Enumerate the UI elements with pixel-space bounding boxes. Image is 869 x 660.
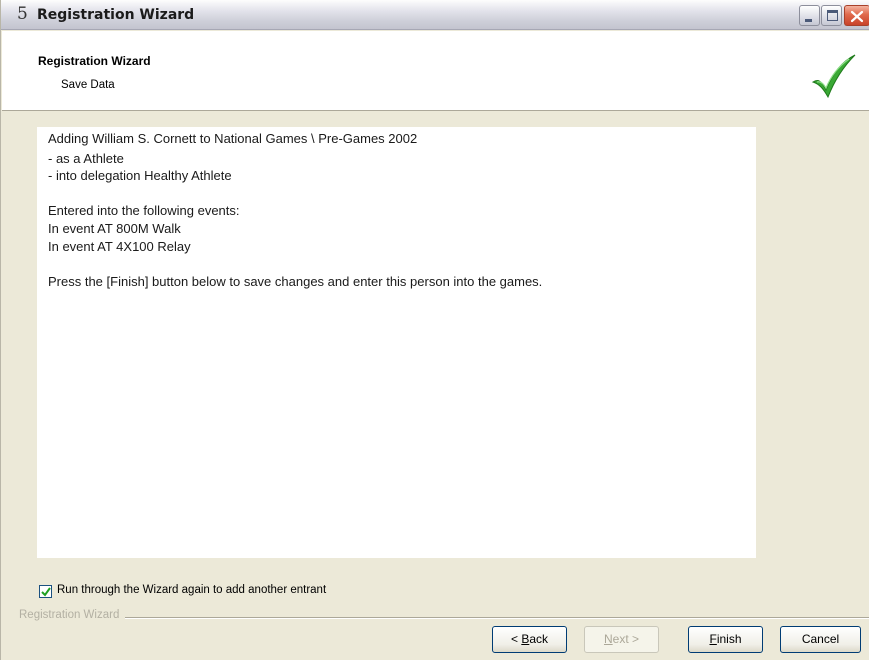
summary-line: Press the [Finish] button below to save … (48, 274, 543, 289)
summary-line: - into delegation Healthy Athlete (48, 168, 232, 183)
footer-group-label: Registration Wizard (19, 609, 123, 621)
minimize-button[interactable] (799, 5, 820, 26)
wizard-header: Registration Wizard Save Data (2, 31, 869, 111)
summary-line: In event AT 4X100 Relay (48, 239, 191, 254)
summary-line: - as a Athlete (48, 151, 124, 166)
back-button[interactable]: < Back (492, 626, 567, 653)
title-bar[interactable]: 5 Registration Wizard (1, 0, 869, 30)
app-icon: 5 (17, 4, 28, 24)
cancel-button[interactable]: Cancel (780, 626, 861, 653)
repeat-wizard-checkbox[interactable] (39, 585, 52, 598)
maximize-button[interactable] (821, 5, 842, 26)
minimize-icon (805, 19, 812, 22)
close-icon (850, 10, 864, 23)
back-button-rest: ack (529, 632, 549, 646)
finish-button-rest: inish (716, 632, 742, 646)
wizard-window: 5 Registration Wizard Registration Wizar… (0, 0, 869, 660)
window-title: Registration Wizard (37, 7, 195, 23)
header-subtitle: Save Data (61, 79, 115, 91)
summary-line: Entered into the following events: (48, 203, 240, 218)
checkmark-icon (811, 54, 856, 99)
summary-line: Adding William S. Cornett to National Ga… (48, 131, 418, 146)
header-title: Registration Wizard (38, 54, 151, 68)
finish-button-accel: F (709, 632, 717, 646)
maximize-icon (827, 10, 838, 21)
close-button[interactable] (844, 5, 869, 26)
back-button-prefix: < (510, 632, 522, 646)
next-button[interactable]: Next > (584, 626, 659, 653)
repeat-wizard-label[interactable]: Run through the Wizard again to add anot… (57, 584, 326, 596)
next-button-rest: ext > (612, 632, 640, 646)
finish-button[interactable]: Finish (688, 626, 763, 653)
summary-panel: Adding William S. Cornett to National Ga… (37, 127, 756, 558)
summary-line: In event AT 800M Walk (48, 221, 181, 236)
footer-separator (125, 617, 869, 619)
checkbox-check-icon (41, 587, 51, 597)
next-button-accel: N (603, 632, 613, 646)
